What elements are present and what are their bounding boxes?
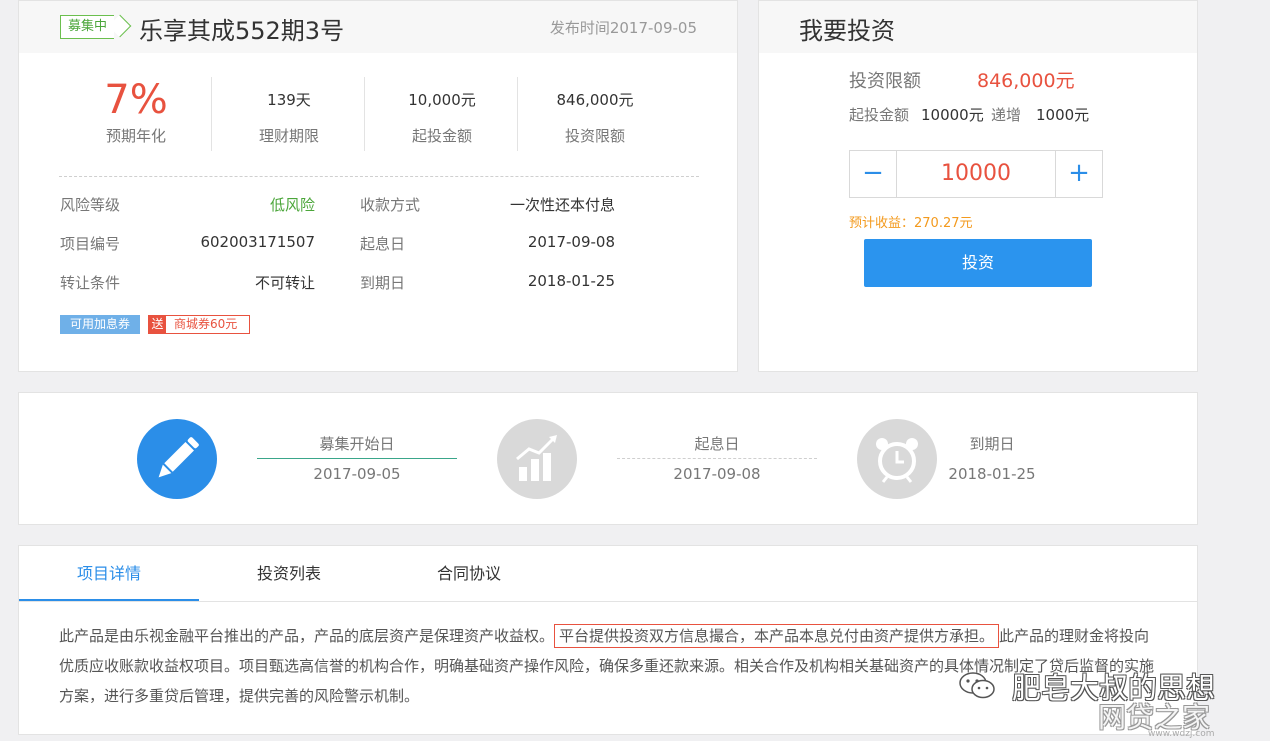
- publish-time: 发布时间2017-09-05: [549, 19, 697, 37]
- payback-label: 收款方式: [360, 196, 421, 214]
- min-invest-label: 起投金额: [411, 127, 472, 145]
- due-date-value: 2018-01-25: [527, 272, 615, 290]
- product-header: 募集中 乐享其成552期3号 发布时间2017-09-05: [19, 1, 737, 53]
- timeline-card: 募集开始日 2017-09-05 起息日 2017-09-08 到期日 2018…: [18, 392, 1198, 525]
- due-date-label: 到期日: [360, 274, 406, 292]
- risk-level-label: 风险等级: [60, 196, 121, 214]
- dashed-divider: [59, 176, 699, 177]
- due-date-step-value: 2018-01-25: [948, 465, 1036, 483]
- step-value: 1000元: [1036, 106, 1090, 124]
- value-date-value: 2017-09-08: [527, 233, 615, 251]
- invest-button[interactable]: 投资: [864, 239, 1092, 287]
- details-tabs: 项目详情 投资列表 合同协议: [19, 546, 1197, 602]
- wechat-icon: [959, 672, 995, 699]
- annual-rate-label: 预期年化: [105, 127, 166, 145]
- annual-rate-value: 7%: [104, 77, 168, 123]
- min-amount-label: 起投金额: [849, 106, 910, 124]
- value-date-label: 起息日: [360, 235, 406, 253]
- expected-income: 预计收益：270.27元: [849, 216, 973, 231]
- description-intro: 此产品是由乐视金融平台推出的产品，产品的底层资产是保理资产收益权。: [59, 627, 555, 645]
- step-label: 递增: [991, 106, 1022, 124]
- start-date-value: 2017-09-05: [313, 465, 401, 483]
- divider: [517, 77, 518, 151]
- description-highlight: 平台提供投资双方信息撮合，本产品本息兑付由资产提供方承担。: [554, 624, 1000, 648]
- gift-text: 商城券60元: [174, 317, 238, 331]
- coupon-tag: 可用加息券: [60, 315, 140, 334]
- decrease-button[interactable]: −: [850, 151, 897, 197]
- invest-limit-value: 846,000元: [556, 91, 634, 109]
- product-card: 募集中 乐享其成552期3号 发布时间2017-09-05 7% 预期年化 13…: [18, 0, 738, 372]
- invest-limit-label: 投资限额: [564, 127, 625, 145]
- value-date-step-label: 起息日: [694, 435, 740, 453]
- stat-min-invest: 10,000元 起投金额: [367, 73, 517, 146]
- alarm-clock-icon: [857, 419, 937, 499]
- transfer-value: 不可转让: [254, 274, 315, 292]
- tab-project-details[interactable]: 项目详情: [19, 546, 199, 601]
- divider: [364, 77, 365, 151]
- tab-contract[interactable]: 合同协议: [379, 546, 559, 601]
- invest-card: 我要投资 投资限额 846,000元 起投金额 10000元 递增 1000元 …: [758, 0, 1198, 372]
- watermark-domain: www.wdzj.com: [1148, 729, 1215, 739]
- amount-input[interactable]: [897, 151, 1055, 197]
- payback-value: 一次性还本付息: [509, 196, 615, 214]
- status-badge: 募集中: [60, 15, 114, 39]
- timeline-pending-line: [617, 458, 817, 459]
- due-date-step-label: 到期日: [969, 435, 1015, 453]
- amount-stepper: − +: [849, 150, 1103, 198]
- risk-level-value: 低风险: [269, 196, 315, 214]
- project-code-label: 项目编号: [60, 235, 121, 253]
- divider: [211, 77, 212, 151]
- stat-term: 139天 理财期限: [214, 73, 364, 146]
- term-label: 理财期限: [258, 127, 319, 145]
- pencil-icon: [137, 419, 217, 499]
- min-amount-value: 10000元: [921, 106, 984, 124]
- invest-title: 我要投资: [799, 17, 895, 45]
- value-date-step-value: 2017-09-08: [673, 465, 761, 483]
- increase-button[interactable]: +: [1055, 151, 1102, 197]
- limit-label: 投资限额: [849, 71, 921, 92]
- tab-invest-list[interactable]: 投资列表: [199, 546, 379, 601]
- gift-tag: 送商城券60元: [148, 315, 250, 334]
- start-date-label: 募集开始日: [319, 435, 395, 453]
- stat-invest-limit: 846,000元 投资限额: [520, 73, 670, 146]
- limit-value: 846,000元: [977, 70, 1075, 92]
- timeline-progress-line: [257, 458, 457, 459]
- chart-icon: [497, 419, 577, 499]
- transfer-label: 转让条件: [60, 274, 121, 292]
- term-value: 139天: [267, 91, 311, 109]
- stat-annual-rate: 7% 预期年化: [61, 73, 211, 146]
- invest-header: 我要投资: [759, 1, 1197, 53]
- project-code-value: 602003171507: [200, 233, 315, 251]
- gift-prefix: 送: [149, 316, 166, 333]
- product-title: 乐享其成552期3号: [139, 17, 345, 45]
- min-invest-value: 10,000元: [408, 91, 476, 109]
